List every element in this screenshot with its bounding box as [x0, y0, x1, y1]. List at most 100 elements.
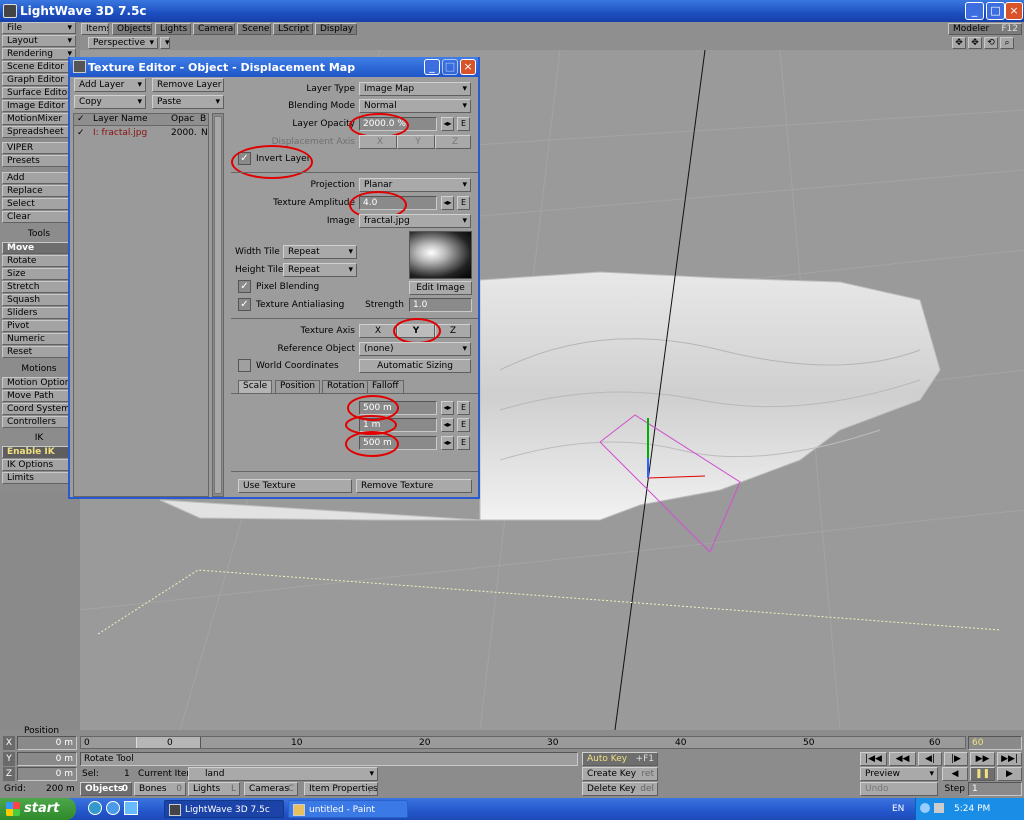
remove-layer-button[interactable]: Remove Layer — [152, 78, 224, 92]
motionmixer-button[interactable]: MotionMixer — [2, 113, 76, 125]
tab-camera[interactable]: Camera — [193, 23, 235, 35]
disp-axis-z[interactable]: Z — [435, 135, 471, 149]
tray-arrow-icon[interactable] — [920, 803, 930, 813]
item-properties-button[interactable]: Item Properties p — [304, 782, 378, 796]
graph-editor-button[interactable]: Graph Editor — [2, 74, 76, 86]
clear-button[interactable]: Clear — [2, 211, 76, 223]
create-key-button[interactable]: Create Key ret — [582, 767, 658, 781]
height-tile-select[interactable]: Repeat — [283, 263, 357, 277]
layer-list-scrollbar[interactable] — [212, 113, 224, 497]
play-reverse-button[interactable]: ◀ — [942, 767, 968, 781]
edit-image-button[interactable]: Edit Image — [409, 281, 472, 295]
pixel-blending-checkbox[interactable]: ✓ — [238, 280, 251, 293]
numeric-button[interactable]: Numeric — [2, 333, 76, 345]
play-button[interactable]: ▶ — [997, 767, 1022, 781]
rotate-tool-button[interactable]: Rotate — [2, 255, 76, 267]
select-button[interactable]: Select — [2, 198, 76, 210]
amplitude-envelope-button[interactable]: E — [457, 196, 470, 210]
start-button[interactable]: start — [0, 798, 76, 820]
view-type-select[interactable]: Perspective — [88, 37, 158, 49]
size-tool-button[interactable]: Size — [2, 268, 76, 280]
tab-lscript[interactable]: LScript — [273, 23, 313, 35]
position-x-field[interactable]: 0 m — [17, 736, 77, 750]
move-view-icon[interactable]: ✥ — [952, 37, 966, 49]
next-key-button[interactable]: ▶▶ — [970, 752, 995, 766]
disp-axis-y[interactable]: Y — [397, 135, 435, 149]
disp-axis-x[interactable]: X — [359, 135, 397, 149]
reference-object-select[interactable]: (none) — [359, 342, 471, 356]
stretch-tool-button[interactable]: Stretch — [2, 281, 76, 293]
close-button[interactable]: × — [1005, 2, 1023, 20]
motion-options-button[interactable]: Motion Options — [2, 377, 76, 389]
file-menu[interactable]: File — [2, 22, 76, 34]
last-frame-button[interactable]: ▶▶| — [997, 752, 1022, 766]
zoom-view-icon[interactable]: ⌕ — [1000, 37, 1014, 49]
reset-button[interactable]: Reset — [2, 346, 76, 358]
viper-button[interactable]: VIPER — [2, 142, 76, 154]
tab-items[interactable]: Items — [81, 23, 109, 35]
squash-tool-button[interactable]: Squash — [2, 294, 76, 306]
dialog-close-button[interactable]: × — [460, 59, 476, 75]
paste-button[interactable]: Paste — [152, 95, 224, 109]
prev-frame-button[interactable]: ◀| — [918, 752, 942, 766]
tab-falloff[interactable]: Falloff — [367, 380, 404, 393]
lights-button[interactable]: Lights L — [188, 782, 240, 796]
scene-editor-button[interactable]: Scene Editor — [2, 61, 76, 73]
controllers-button[interactable]: Controllers — [2, 416, 76, 428]
strength-field[interactable]: 1.0 — [409, 298, 472, 312]
move-path-button[interactable]: Move Path — [2, 390, 76, 402]
image-select[interactable]: fractal.jpg — [359, 214, 471, 228]
current-item-select[interactable]: land — [188, 767, 378, 781]
tab-objects[interactable]: Objects — [112, 23, 152, 35]
dialog-maximize-button[interactable]: □ — [442, 59, 458, 75]
layout-menu[interactable]: Layout — [2, 35, 76, 47]
tab-scene[interactable]: Scene — [237, 23, 271, 35]
minimize-button[interactable]: _ — [965, 2, 984, 20]
pivot-button[interactable]: Pivot — [2, 320, 76, 332]
scale-x-envelope-button[interactable]: E — [457, 401, 470, 415]
undo-button[interactable]: Undo — [860, 782, 938, 796]
layer-type-select[interactable]: Image Map — [359, 82, 471, 96]
task-paint[interactable]: untitled - Paint — [288, 800, 408, 818]
width-tile-select[interactable]: Repeat — [283, 245, 357, 259]
add-layer-button[interactable]: Add Layer — [74, 78, 146, 92]
blending-mode-select[interactable]: Normal — [359, 99, 471, 113]
objects-button[interactable]: Objects 0 — [80, 782, 132, 796]
ie-quicklaunch-icon[interactable] — [88, 801, 102, 815]
surface-editor-button[interactable]: Surface Editor — [2, 87, 76, 99]
ik-options-button[interactable]: IK Options — [2, 459, 76, 471]
tab-display[interactable]: Display — [315, 23, 357, 35]
world-coordinates-checkbox[interactable] — [238, 359, 251, 372]
timeline-slider[interactable]: 0 0 10 20 30 40 50 60 — [80, 736, 966, 749]
first-frame-button[interactable]: |◀◀ — [860, 752, 887, 766]
replace-button[interactable]: Replace — [2, 185, 76, 197]
position-z-field[interactable]: 0 m — [17, 767, 77, 781]
texture-antialiasing-checkbox[interactable]: ✓ — [238, 298, 251, 311]
scale-y-envelope-button[interactable]: E — [457, 418, 470, 432]
modeler-button[interactable]: Modeler F12 — [948, 23, 1022, 35]
dialog-minimize-button[interactable]: _ — [424, 59, 440, 75]
pan-view-icon[interactable]: ✥ — [968, 37, 982, 49]
amplitude-stepper[interactable]: ◂▸ — [441, 196, 454, 210]
sliders-button[interactable]: Sliders — [2, 307, 76, 319]
bones-button[interactable]: Bones 0 — [134, 782, 186, 796]
spreadsheet-button[interactable]: Spreadsheet — [2, 126, 76, 138]
tray-app-icon[interactable] — [934, 803, 944, 813]
next-frame-button[interactable]: |▶ — [944, 752, 968, 766]
position-y-field[interactable]: 0 m — [17, 752, 77, 766]
tab-position[interactable]: Position — [275, 380, 321, 393]
scroll-thumb[interactable] — [214, 116, 222, 494]
texture-axis-x[interactable]: X — [359, 324, 397, 338]
tab-lights[interactable]: Lights — [155, 23, 191, 35]
outlook-quicklaunch-icon[interactable] — [106, 801, 120, 815]
tab-scale[interactable]: Scale — [238, 380, 273, 393]
add-button[interactable]: Add — [2, 172, 76, 184]
limits-button[interactable]: Limits — [2, 472, 76, 484]
remove-texture-button[interactable]: Remove Texture — [356, 479, 472, 493]
scale-z-stepper[interactable]: ◂▸ — [441, 436, 454, 450]
opacity-envelope-button[interactable]: E — [457, 117, 470, 131]
move-tool-button[interactable]: Move — [2, 242, 76, 254]
preview-select[interactable]: Preview — [860, 767, 938, 781]
pause-button[interactable]: ❚❚ — [970, 767, 995, 781]
layer-list[interactable]: ✓ Layer Name Opac B ✓ I: fractal.jpg 200… — [73, 113, 209, 497]
